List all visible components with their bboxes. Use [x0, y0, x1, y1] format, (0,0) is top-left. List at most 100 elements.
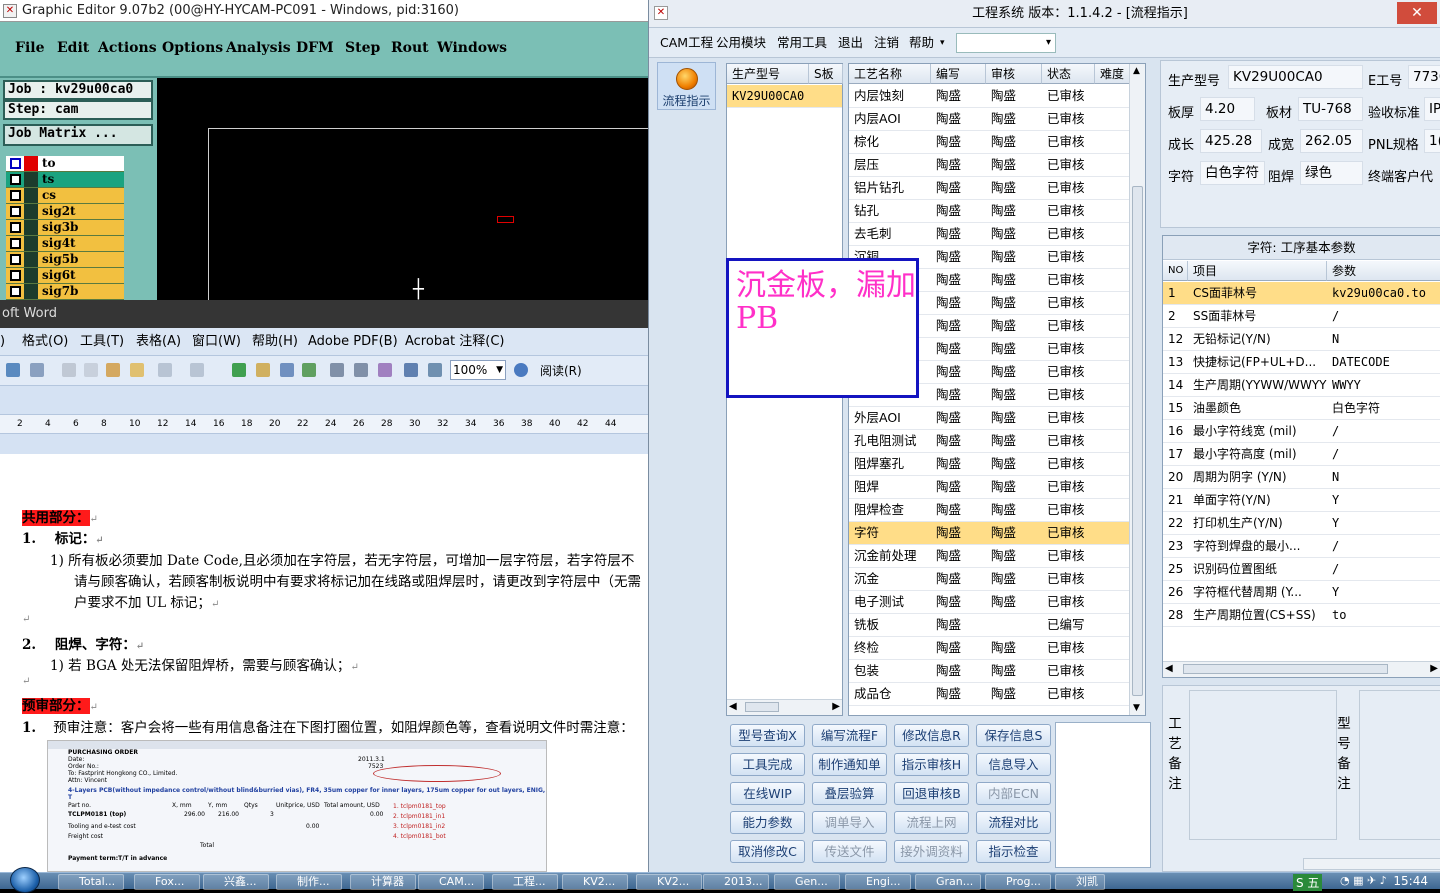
menu-help[interactable]: 帮助 — [909, 28, 934, 58]
menu-tools[interactable]: 工具(T) — [80, 328, 124, 356]
model-hscroll[interactable]: ◀ ▶ — [727, 699, 842, 715]
action-button[interactable]: 叠层验算 — [812, 782, 887, 805]
col-difficulty[interactable]: 难度 — [1095, 64, 1131, 84]
menu-windows[interactable]: Windows — [437, 40, 507, 56]
param-row[interactable]: 21 单面字符(Y/N) Y — [1163, 489, 1440, 512]
col-process[interactable]: 工艺名称 — [849, 64, 931, 84]
menu-exit[interactable]: 退出 — [838, 28, 863, 58]
taskbar-item[interactable]: Fox... — [134, 874, 200, 890]
hyperlink-icon[interactable] — [232, 363, 246, 377]
action-button[interactable]: 指示审核H — [894, 753, 969, 776]
layer-cs[interactable]: cs — [6, 188, 124, 204]
col-status[interactable]: 状态 — [1042, 64, 1095, 84]
flow-row[interactable]: 成品仓 陶盛 陶盛 已审核 — [849, 683, 1130, 706]
scroll-right-icon[interactable]: ▶ — [1430, 663, 1438, 674]
layer-sig5b[interactable]: sig5b — [6, 252, 124, 268]
layer-ts[interactable]: ts — [6, 172, 124, 188]
columns-icon[interactable] — [330, 363, 344, 377]
layer-checkbox[interactable] — [10, 286, 21, 297]
action-button[interactable]: 流程对比 — [976, 811, 1051, 834]
param-row[interactable]: 12 无铅标记(Y/N) N — [1163, 328, 1440, 351]
flow-row[interactable]: 沉金前处理 陶盛 陶盛 已审核 — [849, 545, 1130, 568]
action-button[interactable]: 内部ECN — [976, 782, 1051, 805]
insert-excel-icon[interactable] — [302, 363, 316, 377]
width-field[interactable]: 262.05 — [1300, 129, 1363, 153]
taskbar-item[interactable]: 2013... — [703, 874, 769, 890]
col-item[interactable]: 项目 — [1188, 261, 1327, 281]
action-button[interactable]: 制作通知单 — [812, 753, 887, 776]
notes-hscroll[interactable] — [1303, 858, 1440, 870]
close-icon[interactable]: ✕ — [1397, 2, 1437, 24]
scroll-thumb[interactable] — [1132, 186, 1143, 696]
taskbar-item[interactable]: Gen... — [774, 874, 840, 890]
menu-acrobat[interactable]: Acrobat 注释(C) — [405, 328, 505, 356]
thickness-field[interactable]: 4.20 — [1200, 97, 1255, 121]
flow-row[interactable]: 终检 陶盛 陶盛 已审核 — [849, 637, 1130, 660]
param-row[interactable]: 28 生产周期位置(CS+SS) to — [1163, 604, 1440, 627]
col-author[interactable]: 编写 — [931, 64, 986, 84]
menu-adobe-pdf[interactable]: Adobe PDF(B) — [308, 328, 398, 356]
module-select[interactable] — [956, 33, 1056, 53]
format-painter-icon[interactable] — [130, 363, 144, 377]
flow-row[interactable]: 棕化 陶盛 陶盛 已审核 — [849, 131, 1130, 154]
help-icon[interactable] — [514, 363, 528, 377]
show-hide-icon[interactable] — [404, 363, 418, 377]
layer-checkbox[interactable] — [10, 222, 21, 233]
col-model[interactable]: 生产型号 — [727, 64, 809, 84]
action-button[interactable]: 取消修改C — [730, 840, 805, 863]
menu-edit[interactable]: Edit — [57, 40, 89, 56]
length-field[interactable]: 425.28 — [1200, 129, 1262, 153]
action-button[interactable]: 传送文件 — [812, 840, 887, 863]
menu-file[interactable]: File — [15, 40, 44, 56]
flow-row[interactable]: 沉金 陶盛 陶盛 已审核 — [849, 568, 1130, 591]
param-hscroll[interactable]: ◀ ▶ — [1163, 661, 1440, 677]
menu-common-modules[interactable]: 公用模块 — [716, 28, 766, 58]
layer-checkbox[interactable] — [10, 190, 21, 201]
taskbar-item[interactable]: KV2... — [562, 874, 628, 890]
undo-icon[interactable] — [158, 363, 172, 377]
action-button[interactable]: 流程上网 — [894, 811, 969, 834]
taskbar-item[interactable]: 制作... — [276, 874, 342, 890]
taskbar-item[interactable]: Total... — [58, 874, 124, 890]
taskbar-item[interactable]: 工程... — [492, 874, 558, 890]
material-field[interactable]: TU-768 — [1298, 97, 1363, 121]
param-row[interactable]: 15 油墨颜色 白色字符 — [1163, 397, 1440, 420]
flow-row[interactable]: 铣板 陶盛 已编写 — [849, 614, 1130, 637]
menu-analysis[interactable]: Analysis — [226, 40, 291, 56]
taskbar-item[interactable]: 计算器 — [350, 874, 416, 890]
col-no[interactable]: NO — [1163, 261, 1188, 281]
action-button[interactable]: 编写流程F — [812, 724, 887, 747]
menu-actions[interactable]: Actions — [98, 40, 157, 56]
soldermask-field[interactable]: 绿色 — [1300, 161, 1363, 185]
param-row[interactable]: 17 最小字符高度 (mil) / — [1163, 443, 1440, 466]
flow-vscroll[interactable]: ▲ ▼ — [1129, 64, 1145, 715]
message-box[interactable] — [1055, 722, 1151, 868]
layer-checkbox[interactable] — [10, 158, 21, 169]
research-icon[interactable] — [30, 363, 44, 377]
silkscreen-field[interactable]: 白色字符 — [1200, 161, 1265, 185]
layer-checkbox[interactable] — [10, 270, 21, 281]
nav-flow-indicator[interactable]: 流程指示 — [657, 62, 716, 110]
model-notes-field[interactable] — [1359, 690, 1440, 840]
action-button[interactable]: 接外调资料 — [894, 840, 969, 863]
menu-tools[interactable]: 常用工具 — [777, 28, 827, 58]
ime-indicator[interactable]: S 五 — [1293, 874, 1323, 891]
scroll-down-icon[interactable]: ▼ — [1133, 703, 1140, 713]
scroll-up-icon[interactable]: ▲ — [1133, 66, 1140, 76]
pnl-field[interactable]: 1( — [1424, 129, 1440, 153]
menu-window[interactable]: 窗口(W) — [192, 328, 241, 356]
model-row[interactable]: KV29U00CA0 — [727, 85, 842, 108]
e-number-field[interactable]: 7736 — [1408, 65, 1440, 89]
document-map-icon[interactable] — [378, 363, 392, 377]
paste-icon[interactable] — [106, 363, 120, 377]
action-button[interactable]: 型号查询X — [730, 724, 805, 747]
param-row[interactable]: 1 CS面菲林号 kv29u00ca0.to — [1163, 282, 1440, 305]
model-field[interactable]: KV29U00CA0 — [1228, 65, 1363, 89]
flow-row[interactable]: 内层蚀刻 陶盛 陶盛 已审核 — [849, 85, 1130, 108]
taskbar-item[interactable]: 刘凯 — [1055, 874, 1105, 890]
menu-options[interactable]: Options — [162, 40, 223, 56]
taskbar-item[interactable]: Prog... — [985, 874, 1051, 890]
layer-sig4t[interactable]: sig4t — [6, 236, 124, 252]
menu-rout[interactable]: Rout — [391, 40, 429, 56]
action-button[interactable]: 修改信息R — [894, 724, 969, 747]
